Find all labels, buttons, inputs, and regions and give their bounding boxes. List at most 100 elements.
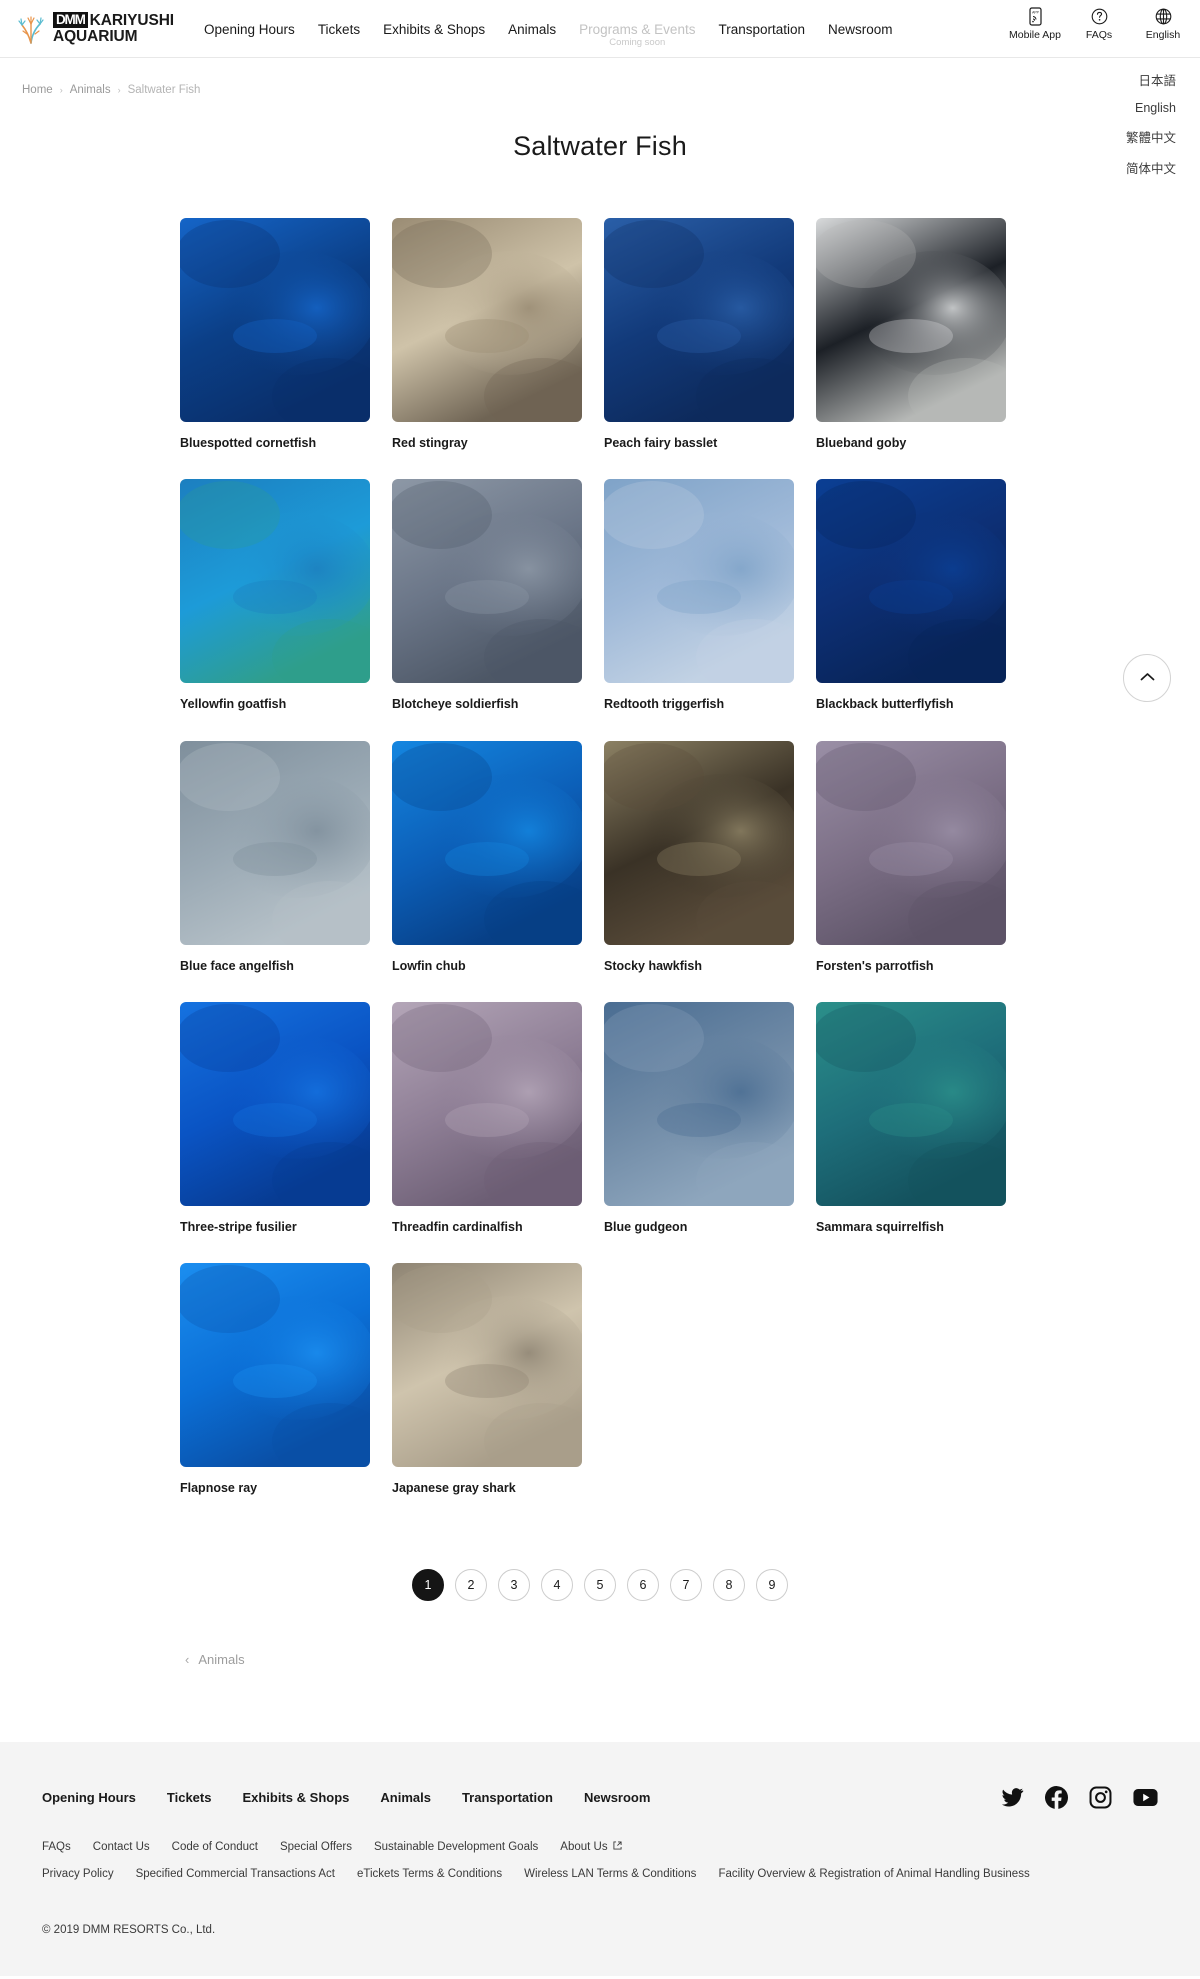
animal-card[interactable]: Redtooth triggerfish: [604, 479, 794, 712]
nav-item-tickets[interactable]: Tickets: [318, 20, 360, 37]
nav-item-transportation[interactable]: Transportation: [718, 20, 805, 37]
twitter-icon[interactable]: [1001, 1786, 1024, 1809]
pagination-page-2[interactable]: 2: [455, 1569, 487, 1602]
animal-card-image[interactable]: [392, 218, 582, 422]
animal-card-image[interactable]: [392, 1001, 582, 1206]
animal-card[interactable]: Stocky hawkfish: [604, 740, 794, 974]
footer-link[interactable]: Privacy Policy: [42, 1868, 114, 1880]
animal-card-image[interactable]: [816, 740, 1006, 945]
breadcrumb-item-home[interactable]: Home: [22, 84, 53, 96]
header-utilities: APP Mobile App FAQs English: [1009, 6, 1186, 41]
animal-card[interactable]: Blueband goby: [816, 218, 1006, 451]
language-option-simplified-chinese[interactable]: 简体中文: [1126, 152, 1176, 183]
language-option-english[interactable]: English: [1135, 95, 1176, 121]
animal-card-image[interactable]: [604, 740, 794, 945]
animal-card-image[interactable]: [180, 479, 370, 684]
nav-label: Newsroom: [828, 22, 893, 37]
faqs-button[interactable]: FAQs: [1076, 6, 1122, 41]
animal-card[interactable]: Blotcheye soldierfish: [392, 479, 582, 712]
animal-card-image[interactable]: [392, 1263, 582, 1467]
site-header: DMM KARIYUSHI AQUARIUM Opening Hours Tick…: [0, 0, 1200, 193]
animal-card[interactable]: Blue gudgeon: [604, 1001, 794, 1235]
animal-card-image[interactable]: [392, 740, 582, 945]
footer-link-label: Code of Conduct: [171, 1841, 258, 1854]
nav-item-newsroom[interactable]: Newsroom: [828, 20, 893, 37]
back-to-animals-link[interactable]: ‹ Animals: [185, 1652, 245, 1667]
nav-coming-soon-label: Coming soon: [609, 37, 666, 48]
pagination-page-1[interactable]: 1: [412, 1569, 444, 1602]
pagination-page-3[interactable]: 3: [498, 1569, 530, 1602]
animal-card-image[interactable]: [180, 740, 370, 945]
footer-link[interactable]: Wireless LAN Terms & Conditions: [524, 1868, 696, 1880]
footer-nav-item[interactable]: Animals: [380, 1790, 431, 1805]
youtube-icon[interactable]: [1133, 1788, 1158, 1807]
language-label: English: [1145, 29, 1181, 41]
footer-link[interactable]: Specified Commercial Transactions Act: [136, 1868, 335, 1880]
animal-card[interactable]: Bluespotted cornetfish: [180, 218, 370, 451]
footer-nav-item[interactable]: Newsroom: [584, 1790, 650, 1805]
animal-card[interactable]: Sammara squirrelfish: [816, 1001, 1006, 1235]
animal-card[interactable]: Flapnose ray: [180, 1263, 370, 1496]
pagination-page-4[interactable]: 4: [541, 1569, 573, 1602]
footer-link[interactable]: Contact Us: [93, 1841, 150, 1853]
animal-card-image[interactable]: [604, 479, 794, 684]
mobile-app-button[interactable]: APP Mobile App: [1009, 6, 1061, 41]
footer-nav-item[interactable]: Opening Hours: [42, 1790, 136, 1805]
animal-card[interactable]: Lowfin chub: [392, 740, 582, 974]
instagram-icon[interactable]: [1089, 1786, 1112, 1809]
nav-item-exhibits-shops[interactable]: Exhibits & Shops: [383, 20, 485, 37]
animal-card-image[interactable]: [604, 218, 794, 422]
footer-nav-item[interactable]: Tickets: [167, 1790, 212, 1805]
footer-nav-item[interactable]: Transportation: [462, 1790, 553, 1805]
copyright-text: © 2019 DMM RESORTS Co., Ltd.: [42, 1924, 216, 1937]
back-link-label: Animals: [198, 1652, 245, 1668]
pagination-page-7[interactable]: 7: [670, 1569, 702, 1602]
animal-card-image[interactable]: [180, 218, 370, 422]
language-selector-button[interactable]: English: [1140, 6, 1186, 41]
animal-card[interactable]: Yellowfin goatfish: [180, 479, 370, 712]
animal-card-image[interactable]: [392, 479, 582, 684]
faqs-label: FAQs: [1085, 29, 1113, 41]
animal-card-image[interactable]: [604, 1001, 794, 1206]
facebook-icon[interactable]: [1045, 1786, 1068, 1810]
animal-card[interactable]: Peach fairy basslet: [604, 218, 794, 451]
animal-card-image[interactable]: [180, 1001, 370, 1206]
mobile-app-icon: APP: [1027, 6, 1044, 26]
footer-link[interactable]: Code of Conduct: [172, 1841, 258, 1853]
animal-card-label: Japanese gray shark: [392, 1481, 516, 1495]
pagination-page-8[interactable]: 8: [713, 1569, 745, 1602]
animal-card[interactable]: Threadfin cardinalfish: [392, 1001, 582, 1235]
footer-link-label: Contact Us: [92, 1841, 150, 1854]
footer-link[interactable]: Facility Overview & Registration of Anim…: [718, 1868, 1029, 1880]
language-option-japanese[interactable]: 日本語: [1138, 64, 1176, 95]
animal-card-image[interactable]: [180, 1263, 370, 1467]
pagination-page-9[interactable]: 9: [756, 1569, 788, 1602]
animal-card[interactable]: Blue face angelfish: [180, 740, 370, 974]
footer-link[interactable]: eTickets Terms & Conditions: [357, 1868, 502, 1880]
animal-card-image[interactable]: [816, 479, 1006, 684]
scroll-to-top-button[interactable]: [1123, 654, 1171, 702]
language-option-traditional-chinese[interactable]: 繁體中文: [1126, 121, 1176, 152]
footer-link[interactable]: FAQs: [42, 1841, 71, 1853]
animal-card[interactable]: Japanese gray shark: [392, 1263, 582, 1496]
footer-link[interactable]: Special Offers: [280, 1841, 352, 1853]
footer-links-row-1: FAQs Contact Us Code of Conduct Special Off…: [42, 1841, 1158, 1853]
animal-card[interactable]: Blackback butterflyfish: [816, 479, 1006, 712]
animal-card[interactable]: Forsten's parrotfish: [816, 740, 1006, 974]
animal-card-label: Yellowfin goatfish: [180, 697, 287, 712]
nav-item-animals[interactable]: Animals: [508, 20, 556, 37]
pagination-page-5[interactable]: 5: [584, 1569, 616, 1602]
animal-card[interactable]: Three-stripe fusilier: [180, 1001, 370, 1235]
footer-link[interactable]: Sustainable Development Goals: [374, 1841, 538, 1853]
animal-card-label: Bluespotted cornetfish: [180, 436, 317, 450]
footer-nav-item[interactable]: Exhibits & Shops: [242, 1790, 349, 1805]
animal-card-image[interactable]: [816, 1001, 1006, 1206]
animal-card-image[interactable]: [816, 218, 1006, 422]
footer-link[interactable]: About Us: [560, 1841, 622, 1853]
animal-card[interactable]: Red stingray: [392, 218, 582, 451]
breadcrumb-item-animals[interactable]: Animals: [70, 84, 111, 96]
nav-item-opening-hours[interactable]: Opening Hours: [204, 20, 295, 37]
site-logo[interactable]: DMM KARIYUSHI AQUARIUM: [18, 11, 174, 46]
pagination-page-6[interactable]: 6: [627, 1569, 659, 1602]
nav-label: Opening Hours: [204, 22, 295, 37]
